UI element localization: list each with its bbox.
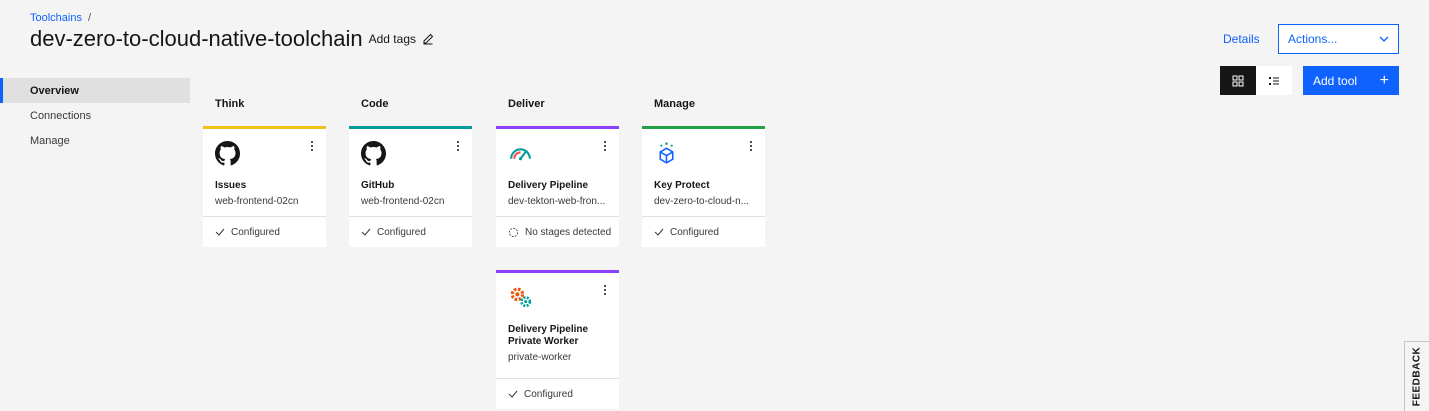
feedback-tab[interactable]: FEEDBACK xyxy=(1404,341,1429,411)
page-title: dev-zero-to-cloud-native-toolchain xyxy=(30,26,363,51)
overflow-menu-icon[interactable] xyxy=(747,139,755,153)
tool-card-name-line2: Private Worker xyxy=(508,336,579,347)
status-label: Configured xyxy=(524,388,573,400)
github-icon xyxy=(361,141,386,166)
add-tool-button[interactable]: Add tool + xyxy=(1303,66,1399,95)
tool-card-delivery-pipeline[interactable]: Delivery Pipeline dev-tekton-web-fron...… xyxy=(496,126,619,247)
tool-card-status: Configured xyxy=(642,216,765,247)
column-header-code: Code xyxy=(361,98,389,110)
grid-view-button[interactable] xyxy=(1220,66,1256,95)
github-icon xyxy=(215,141,240,166)
column-deliver: Deliver Delivery Pipeline dev-tekton-web… xyxy=(496,98,619,409)
nav-item-manage[interactable]: Manage xyxy=(0,128,190,153)
overflow-menu-icon[interactable] xyxy=(454,139,462,153)
tool-card-issues[interactable]: Issues web-frontend-02cn Configured xyxy=(203,126,326,247)
column-header-deliver: Deliver xyxy=(508,98,545,110)
add-tags-button[interactable]: Add tags xyxy=(369,32,434,46)
view-toggle xyxy=(1220,66,1292,95)
actions-dropdown-label: Actions... xyxy=(1288,32,1338,46)
grid-icon xyxy=(1232,75,1244,86)
status-label: Configured xyxy=(670,226,719,238)
tool-card-name: Key Protect xyxy=(654,180,710,191)
edit-pencil-icon xyxy=(423,33,434,45)
pending-dashed-circle-icon xyxy=(508,227,519,237)
tool-card-name: Delivery Pipeline Private Worker xyxy=(508,324,607,348)
overflow-menu-icon[interactable] xyxy=(308,139,316,153)
overflow-menu-icon[interactable] xyxy=(601,139,609,153)
checkmark-icon xyxy=(508,390,518,398)
breadcrumb-separator: / xyxy=(87,12,92,24)
tool-card-status: No stages detected xyxy=(496,216,619,247)
tool-card-status: Configured xyxy=(203,216,326,247)
actions-dropdown[interactable]: Actions... xyxy=(1278,24,1399,54)
tool-card-subtitle: dev-tekton-web-fron... xyxy=(508,196,606,207)
feedback-label: FEEDBACK xyxy=(1411,346,1423,407)
list-view-button[interactable] xyxy=(1256,66,1292,95)
tool-card-name-line1: Delivery Pipeline xyxy=(508,324,589,335)
add-tags-label: Add tags xyxy=(368,32,416,46)
tool-card-name: Delivery Pipeline xyxy=(508,180,589,191)
title-row: dev-zero-to-cloud-native-toolchain Add t… xyxy=(30,26,434,52)
nav-item-overview[interactable]: Overview xyxy=(0,78,190,103)
status-label: Configured xyxy=(377,226,426,238)
tool-card-name: GitHub xyxy=(361,180,395,191)
checkmark-icon xyxy=(654,228,664,236)
status-label: Configured xyxy=(231,226,280,238)
private-worker-gears-icon xyxy=(510,287,532,308)
breadcrumb-link-toolchains[interactable]: Toolchains xyxy=(30,12,82,24)
tool-card-subtitle: web-frontend-02cn xyxy=(361,196,445,207)
checkmark-icon xyxy=(215,228,225,236)
tool-card-status: Configured xyxy=(496,378,619,409)
tool-card-github[interactable]: GitHub web-frontend-02cn Configured xyxy=(349,126,472,247)
status-label: No stages detected xyxy=(525,226,612,238)
list-icon xyxy=(1269,76,1279,85)
breadcrumb: Toolchains / xyxy=(30,12,91,24)
column-manage: Manage Key Protect dev-zero-to-cloud-n..… xyxy=(642,98,765,247)
column-header-manage: Manage xyxy=(654,98,695,110)
tool-card-status: Configured xyxy=(349,216,472,247)
chevron-down-icon xyxy=(1379,36,1389,42)
column-code: Code GitHub web-frontend-02cn Configured xyxy=(349,98,472,247)
tool-card-private-worker[interactable]: Delivery Pipeline Private Worker private… xyxy=(496,270,619,409)
checkmark-icon xyxy=(361,228,371,236)
side-nav: Overview Connections Manage xyxy=(0,78,190,153)
key-protect-cube-icon xyxy=(659,142,674,164)
overflow-menu-icon[interactable] xyxy=(601,283,609,297)
nav-item-connections[interactable]: Connections xyxy=(0,103,190,128)
tool-card-subtitle: private-worker xyxy=(508,352,572,363)
tool-card-name: Issues xyxy=(215,180,247,191)
pipeline-gauge-icon xyxy=(510,148,531,161)
column-header-think: Think xyxy=(215,98,245,110)
add-icon: + xyxy=(1379,71,1389,89)
tool-card-subtitle: dev-zero-to-cloud-n... xyxy=(654,196,750,207)
details-link[interactable]: Details xyxy=(1223,32,1260,46)
add-tool-label: Add tool xyxy=(1313,73,1358,88)
tool-card-subtitle: web-frontend-02cn xyxy=(215,196,299,207)
tool-card-key-protect[interactable]: Key Protect dev-zero-to-cloud-n... Confi… xyxy=(642,126,765,247)
column-think: Think Issues web-frontend-02cn Configure… xyxy=(203,98,326,247)
